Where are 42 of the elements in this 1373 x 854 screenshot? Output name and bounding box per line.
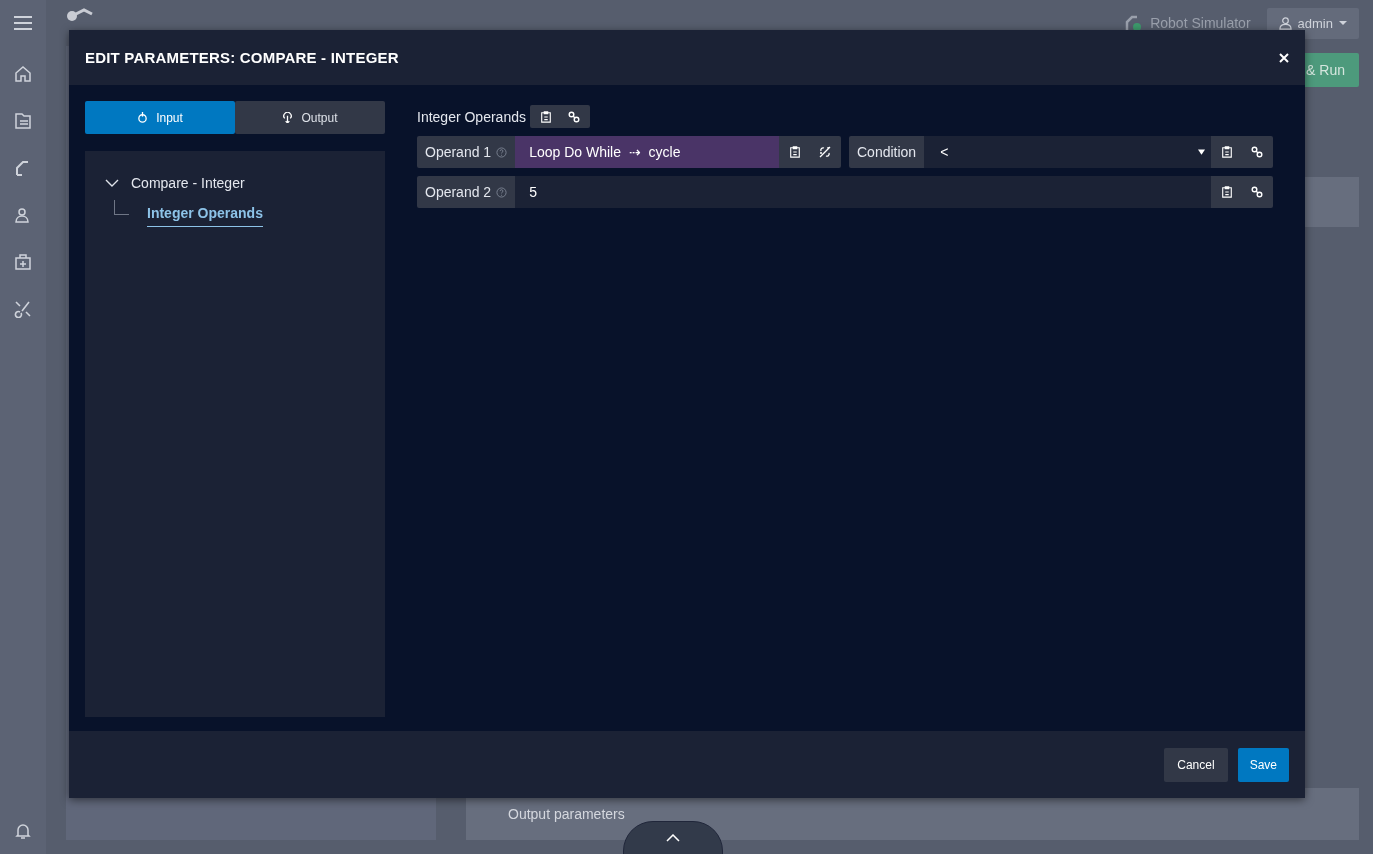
home-icon[interactable] xyxy=(14,65,32,83)
link-icon[interactable] xyxy=(567,110,580,123)
list-icon[interactable] xyxy=(14,112,32,130)
robot-name: Robot Simulator xyxy=(1150,15,1251,31)
bell-icon[interactable] xyxy=(14,822,32,840)
tree-item[interactable]: Compare - Integer xyxy=(131,175,245,191)
tab[interactable]: Input xyxy=(85,101,235,134)
dialog-title: EDIT PARAMETERS: COMPARE - INTEGER xyxy=(85,49,399,66)
user-icon xyxy=(1278,16,1292,30)
tab[interactable]: Output xyxy=(235,101,385,134)
chevron-icon[interactable] xyxy=(105,179,119,187)
field-label-text: Operand 1 xyxy=(425,144,492,160)
chevron-up-icon xyxy=(666,834,680,842)
help-icon[interactable] xyxy=(496,186,508,198)
clipboard-icon[interactable] xyxy=(1221,186,1233,198)
input-field[interactable]: Loop Do While ⇢ cycle xyxy=(515,136,779,168)
output-icon xyxy=(282,112,294,123)
dropdown-caret-icon xyxy=(1198,149,1205,155)
field-label-text: Condition xyxy=(857,144,917,160)
save-button[interactable]: Save xyxy=(1237,747,1289,782)
caret-icon xyxy=(1339,21,1347,25)
unlink-icon[interactable] xyxy=(819,146,831,158)
field-label-text: Operand 2 xyxy=(425,184,492,200)
menu-icon[interactable] xyxy=(14,14,32,32)
input-field[interactable]: 5 xyxy=(515,176,1211,208)
people-icon[interactable] xyxy=(14,206,32,224)
clipboard-icon[interactable] xyxy=(539,110,552,123)
wrench-icon[interactable] xyxy=(14,300,32,318)
condition-dropdown[interactable]: < xyxy=(924,136,1211,168)
link-icon[interactable] xyxy=(1251,186,1263,198)
close-icon[interactable] xyxy=(1279,52,1289,63)
clipboard-icon[interactable] xyxy=(789,146,801,158)
output-section-title: Output parameters xyxy=(508,806,625,822)
link-icon[interactable] xyxy=(1251,146,1263,158)
input-icon xyxy=(137,112,149,123)
cancel-button[interactable]: Cancel xyxy=(1164,747,1228,782)
help-icon[interactable] xyxy=(496,146,508,158)
tree-item[interactable]: Integer Operands xyxy=(147,205,263,227)
toolbox-icon[interactable] xyxy=(14,253,32,271)
robot-status-icon xyxy=(1124,14,1143,32)
clipboard-icon[interactable] xyxy=(1221,146,1233,158)
group-title: Integer Operands xyxy=(417,108,526,125)
